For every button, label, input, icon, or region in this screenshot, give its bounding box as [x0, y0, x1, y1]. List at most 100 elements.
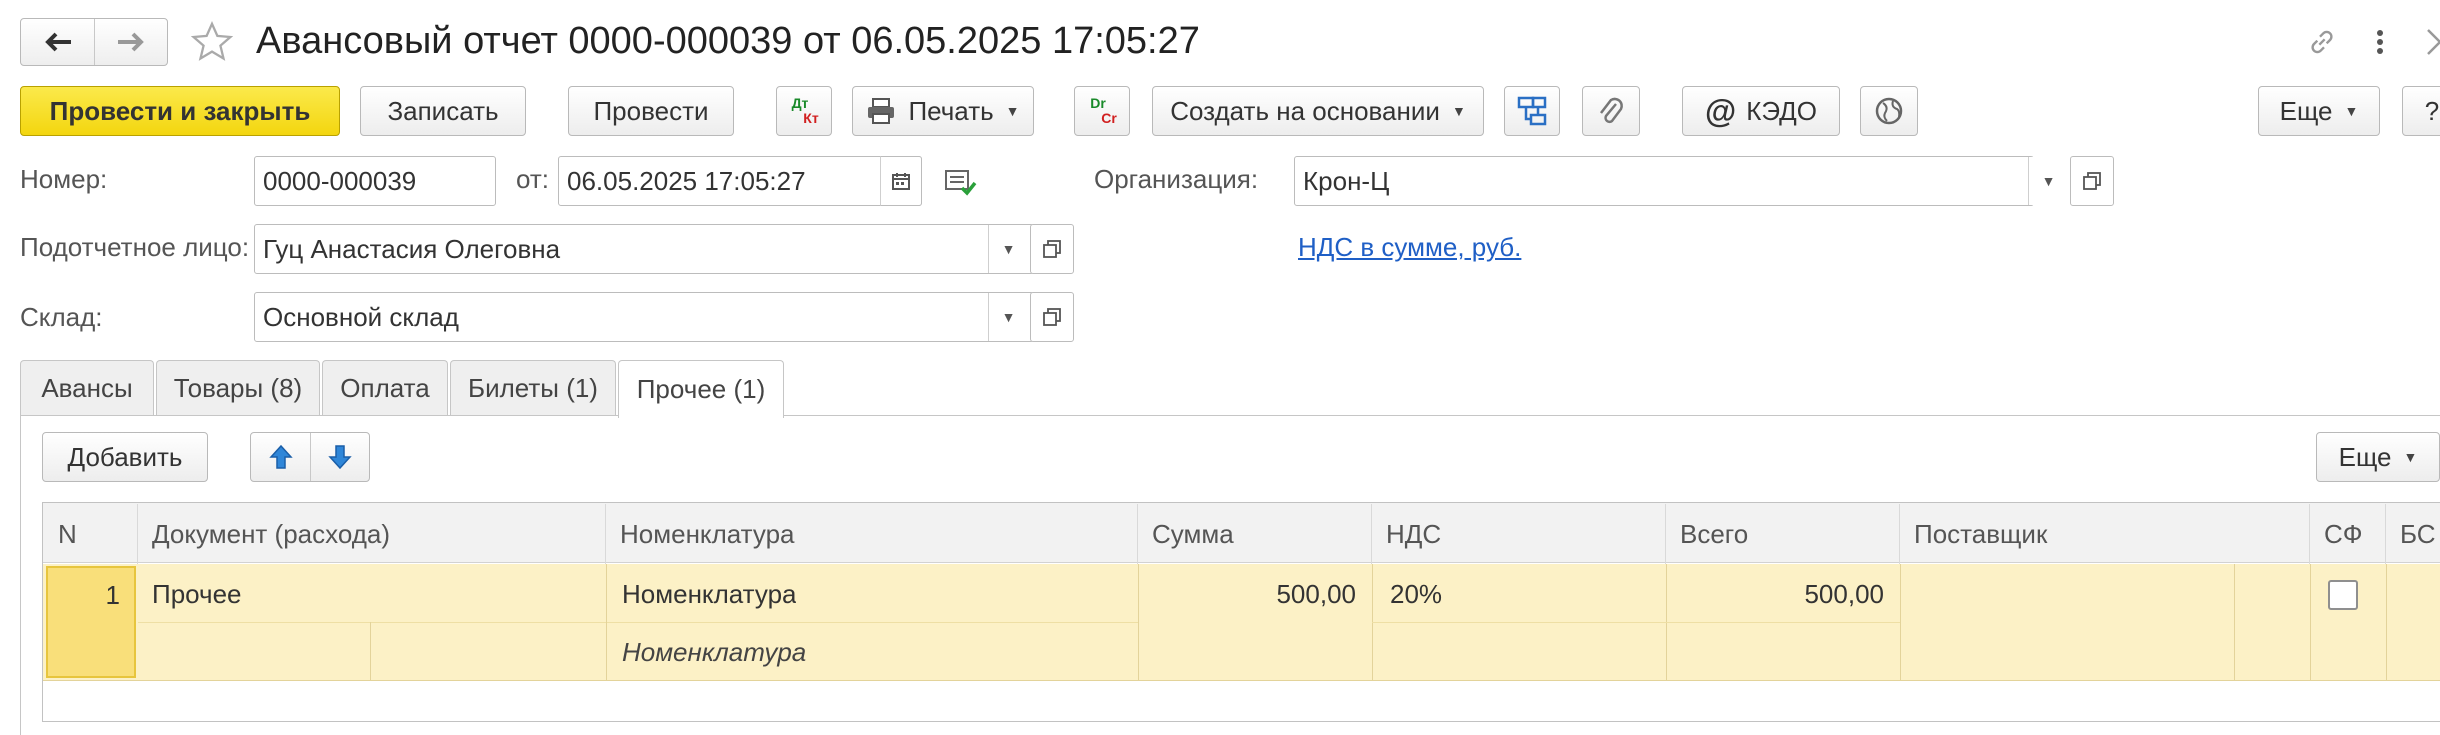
person-field[interactable]: Гуц Анастасия Олеговна: [254, 224, 1034, 274]
page-title: Авансовый отчет 0000-000039 от 06.05.202…: [256, 20, 1200, 62]
number-field[interactable]: 0000-000039: [254, 156, 496, 206]
printer-icon: [868, 98, 895, 124]
structure-button[interactable]: [1504, 86, 1560, 136]
link-button[interactable]: [2300, 20, 2344, 64]
col-header-vat[interactable]: НДС: [1372, 504, 1666, 564]
cell-total[interactable]: 500,00: [1668, 566, 1884, 622]
calendar-button[interactable]: [880, 156, 922, 206]
globe-button[interactable]: [1860, 86, 1918, 136]
forward-button[interactable]: [95, 19, 167, 65]
globe-icon: [1875, 97, 1903, 125]
favorite-star-button[interactable]: [186, 16, 238, 68]
save-button[interactable]: Записать: [360, 86, 526, 136]
sf-checkbox[interactable]: [2328, 580, 2358, 610]
back-button[interactable]: [21, 19, 95, 65]
col-header-bs[interactable]: БС: [2386, 504, 2440, 564]
organization-label: Организация:: [1094, 164, 1259, 194]
cell-n[interactable]: 1: [46, 566, 136, 678]
person-value: Гуц Анастасия Олеговна: [263, 233, 561, 264]
tab-goods[interactable]: Товары (8): [156, 360, 320, 416]
more-vertical-icon: [2377, 30, 2383, 54]
person-dropdown-button[interactable]: ▼: [988, 225, 1028, 273]
create-based-on-label: Создать на основании: [1170, 95, 1440, 126]
cr-label: Cr: [1101, 110, 1117, 126]
move-up-button[interactable]: [251, 433, 311, 481]
open-window-icon: [2083, 172, 2101, 190]
vat-amount-link[interactable]: НДС в сумме, руб.: [1298, 232, 1521, 263]
col-header-nomenclature[interactable]: Номенклатура: [606, 504, 1138, 564]
date-value: 06.05.2025 17:05:27: [567, 165, 806, 196]
tab-payment[interactable]: Оплата: [322, 360, 448, 416]
col-header-sf[interactable]: СФ: [2310, 504, 2386, 564]
structure-icon: [1517, 96, 1547, 126]
person-open-button[interactable]: [1030, 224, 1074, 274]
warehouse-label: Склад:: [20, 302, 103, 332]
kedo-label: КЭДО: [1746, 95, 1817, 126]
cell-sum[interactable]: 500,00: [1140, 566, 1356, 622]
create-based-on-button[interactable]: Создать на основании ▼: [1152, 86, 1484, 136]
attach-button[interactable]: [1582, 86, 1640, 136]
move-down-button[interactable]: [311, 433, 369, 481]
cell-nomenclature[interactable]: Номенклатура: [622, 566, 796, 622]
chevron-down-icon: ▼: [2344, 103, 2359, 119]
back-arrow-icon: [44, 32, 71, 52]
warehouse-value: Основной склад: [263, 301, 459, 332]
dt-label: Дт: [791, 95, 809, 111]
print-label: Печать: [908, 95, 994, 126]
calendar-icon: [892, 173, 910, 190]
star-icon: [190, 20, 234, 61]
kedo-button[interactable]: @ КЭДО: [1682, 86, 1840, 136]
number-label: Номер:: [20, 164, 108, 194]
help-button[interactable]: ?: [2402, 86, 2440, 136]
forward-arrow-icon: [118, 32, 144, 52]
warehouse-dropdown-button[interactable]: ▼: [988, 293, 1028, 341]
tab-advances[interactable]: Авансы: [20, 360, 154, 416]
move-buttons-group: [250, 432, 370, 482]
post-and-close-button[interactable]: Провести и закрыть: [20, 86, 340, 136]
organization-open-button[interactable]: [2070, 156, 2114, 206]
document-status-icon[interactable]: [944, 168, 978, 198]
warehouse-open-button[interactable]: [1030, 292, 1074, 342]
more-label: Еще: [2279, 95, 2333, 126]
table-more-label: Еще: [2338, 441, 2392, 472]
paperclip-icon: [1600, 97, 1623, 124]
dr-cr-button[interactable]: Dr Cr: [1074, 86, 1130, 136]
close-partial-icon[interactable]: [2424, 22, 2440, 62]
tab-other[interactable]: Прочее (1): [618, 360, 784, 418]
open-window-icon: [1043, 240, 1061, 258]
date-from-label: от:: [516, 164, 550, 194]
cell-n-value: 1: [105, 580, 120, 610]
organization-dropdown-button[interactable]: ▼: [2028, 157, 2068, 205]
more-vertical-button[interactable]: [2362, 20, 2398, 64]
dt-kt-button[interactable]: Дт Кт: [776, 86, 832, 136]
cell-document[interactable]: Прочее: [152, 566, 242, 622]
col-header-document[interactable]: Документ (расхода): [138, 504, 606, 564]
col-header-n[interactable]: N: [44, 504, 138, 564]
organization-field[interactable]: Крон-Ц: [1294, 156, 2034, 206]
post-button[interactable]: Провести: [568, 86, 734, 136]
kt-label: Кт: [803, 110, 819, 126]
link-icon: [2311, 30, 2333, 54]
person-label: Подотчетное лицо:: [20, 232, 250, 262]
open-window-icon: [1043, 308, 1061, 326]
tab-tickets[interactable]: Билеты (1): [450, 360, 616, 416]
organization-value: Крон-Ц: [1303, 165, 1390, 196]
col-header-supplier[interactable]: Поставщик: [1900, 504, 2310, 564]
chevron-down-icon: ▼: [2403, 449, 2418, 465]
print-button[interactable]: Печать ▼: [852, 86, 1034, 136]
date-field[interactable]: 06.05.2025 17:05:27: [558, 156, 922, 206]
add-row-button[interactable]: Добавить: [42, 432, 208, 482]
table-more-button[interactable]: Еще ▼: [2316, 432, 2440, 482]
at-icon: @: [1704, 92, 1737, 129]
chevron-down-icon: ▼: [1005, 103, 1020, 119]
more-button[interactable]: Еще ▼: [2258, 86, 2380, 136]
arrow-up-icon: [268, 444, 293, 469]
cell-vat[interactable]: 20%: [1390, 566, 1442, 622]
cell-nomenclature-sub[interactable]: Номенклатура: [622, 624, 806, 680]
warehouse-field[interactable]: Основной склад: [254, 292, 1034, 342]
arrow-down-icon: [328, 445, 352, 470]
help-label: ?: [2424, 95, 2440, 126]
col-header-sum[interactable]: Сумма: [1138, 504, 1372, 564]
col-header-total[interactable]: Всего: [1666, 504, 1900, 564]
chevron-down-icon: ▼: [1451, 103, 1466, 119]
